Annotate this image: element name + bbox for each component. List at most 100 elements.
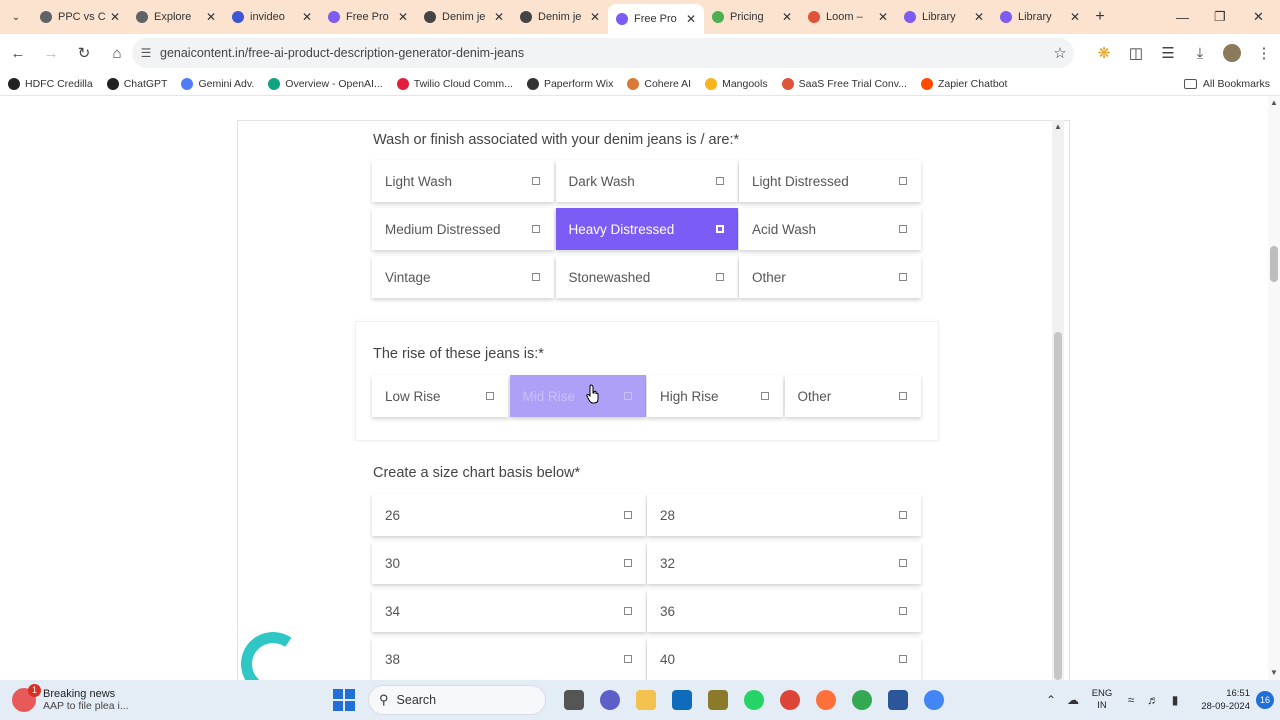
chrome-icon[interactable] <box>772 685 808 715</box>
checkbox-icon[interactable] <box>623 392 632 400</box>
tab-close-icon[interactable]: ✕ <box>878 10 888 24</box>
browser-tab[interactable]: Library ✕ <box>896 0 992 34</box>
file-explorer-icon[interactable] <box>628 685 664 715</box>
firefox-icon[interactable] <box>808 685 844 715</box>
checkbox-icon[interactable] <box>532 177 540 185</box>
extensions-puzzle-icon[interactable]: ◫ <box>1120 38 1152 68</box>
checkbox-icon[interactable] <box>624 511 632 519</box>
browser-tab[interactable]: invideo ✕ <box>224 0 320 34</box>
tab-close-icon[interactable]: ✕ <box>974 10 984 24</box>
news-widget[interactable]: 1 Breaking news AAP to file plea i... <box>12 684 162 716</box>
rise-option[interactable]: High Rise <box>647 375 783 417</box>
word-doc-icon[interactable] <box>880 685 916 715</box>
clock[interactable]: 16:51 28-09-2024 <box>1186 687 1250 713</box>
browser-menu-icon[interactable]: ⋮ <box>1248 38 1280 68</box>
all-bookmarks-button[interactable]: All Bookmarks <box>1183 72 1270 96</box>
checkbox-icon[interactable] <box>715 177 724 185</box>
teams-chat-icon[interactable] <box>592 685 628 715</box>
checkbox-icon[interactable] <box>899 559 907 567</box>
bookmark-item[interactable]: SaaS Free Trial Conv... <box>781 77 907 90</box>
tab-close-icon[interactable]: ✕ <box>782 10 792 24</box>
tab-close-icon[interactable]: ✕ <box>110 10 120 24</box>
extension-badge-icon[interactable]: ❋ <box>1088 38 1120 68</box>
wash-option[interactable]: Light Distressed <box>739 160 921 202</box>
wash-option[interactable]: Stonewashed <box>555 256 738 298</box>
tab-close-icon[interactable]: ✕ <box>206 10 216 24</box>
bookmark-item[interactable]: HDFC Credilla <box>8 77 93 90</box>
onedrive-icon[interactable]: ☁ <box>1062 693 1084 707</box>
scroll-up-arrow-icon[interactable]: ▲ <box>1052 120 1064 134</box>
tray-chevron-icon[interactable]: ⌃ <box>1040 693 1062 707</box>
rise-option[interactable]: Other <box>784 375 921 417</box>
page-scroll-up-icon[interactable]: ▲ <box>1268 96 1280 110</box>
checkbox-icon[interactable] <box>899 511 907 519</box>
tab-close-icon[interactable]: ✕ <box>590 10 600 24</box>
wash-option[interactable]: Heavy Distressed <box>555 208 738 250</box>
browser-tab[interactable]: Free Pro ✕ <box>608 4 704 34</box>
tab-close-icon[interactable]: ✕ <box>494 10 504 24</box>
downloads-icon[interactable]: ⤓ <box>1184 38 1216 68</box>
size-option[interactable]: 36 <box>647 590 921 632</box>
wash-option[interactable]: Light Wash <box>372 160 554 202</box>
checkbox-icon[interactable] <box>715 225 724 233</box>
reload-icon[interactable]: ↻ <box>69 38 99 68</box>
checkbox-icon[interactable] <box>899 225 907 233</box>
taskbar-search[interactable]: ⚲ Search <box>368 685 546 715</box>
checkbox-icon[interactable] <box>899 177 907 185</box>
url-text[interactable]: genaicontent.in/free-ai-product-descript… <box>160 46 1046 60</box>
chrome-profile-icon[interactable] <box>844 685 880 715</box>
browser-tab[interactable]: Denim je ✕ <box>416 0 512 34</box>
bookmark-item[interactable]: ChatGPT <box>106 77 167 90</box>
size-option[interactable]: 34 <box>372 590 646 632</box>
browser-tab[interactable]: Library ✕ <box>992 0 1088 34</box>
bookmark-item[interactable]: Paperform Wix <box>526 77 613 90</box>
browser-tab[interactable]: Pricing ✕ <box>704 0 800 34</box>
wash-option[interactable]: Vintage <box>372 256 554 298</box>
volume-icon[interactable]: ♬ <box>1142 693 1164 707</box>
rise-option[interactable]: Mid Rise <box>509 375 646 417</box>
page-scrollbar[interactable]: ▲ ▼ <box>1268 96 1280 680</box>
tab-close-icon[interactable]: ✕ <box>686 12 696 26</box>
tab-close-icon[interactable]: ✕ <box>398 10 408 24</box>
back-arrow-icon[interactable]: ← <box>3 38 33 68</box>
size-option[interactable]: 38 <box>372 638 646 680</box>
whatsapp-icon[interactable] <box>736 685 772 715</box>
bookmark-star-icon[interactable]: ☆ <box>1046 44 1074 62</box>
media-controls-icon[interactable]: ☰ <box>1152 38 1184 68</box>
browser-tab[interactable]: Free Pro ✕ <box>320 0 416 34</box>
size-option[interactable]: 32 <box>647 542 921 584</box>
bookmark-item[interactable]: Cohere AI <box>627 77 691 90</box>
checkbox-icon[interactable] <box>624 607 632 615</box>
form-scrollbar[interactable]: ▲ <box>1052 120 1064 680</box>
browser-tab[interactable]: Loom – ✕ <box>800 0 896 34</box>
notifications-badge[interactable]: 16 <box>1256 691 1274 709</box>
wifi-icon[interactable]: ≈ <box>1120 693 1142 707</box>
close-window-icon[interactable]: ✕ <box>1253 0 1271 34</box>
new-tab-button[interactable]: + <box>1088 8 1112 26</box>
word-icon[interactable] <box>700 685 736 715</box>
chrome-alt-icon[interactable] <box>916 685 952 715</box>
checkbox-icon[interactable] <box>624 559 632 567</box>
wash-option[interactable]: Other <box>739 256 921 298</box>
wash-option[interactable]: Medium Distressed <box>372 208 554 250</box>
outlook-icon[interactable] <box>664 685 700 715</box>
wash-option[interactable]: Acid Wash <box>739 208 921 250</box>
checkbox-icon[interactable] <box>486 392 494 400</box>
checkbox-icon[interactable] <box>761 392 769 400</box>
browser-tab[interactable]: PPC vs C ✕ <box>32 0 128 34</box>
browser-tab[interactable]: Denim je ✕ <box>512 0 608 34</box>
checkbox-icon[interactable] <box>532 273 540 281</box>
windows-start-icon[interactable] <box>333 689 355 711</box>
taskview-icon[interactable] <box>556 685 592 715</box>
language-indicator[interactable]: ENG IN <box>1084 688 1120 712</box>
checkbox-icon[interactable] <box>715 273 724 281</box>
checkbox-icon[interactable] <box>899 607 907 615</box>
tab-close-icon[interactable]: ✕ <box>1070 10 1080 24</box>
size-option[interactable]: 28 <box>647 494 921 536</box>
tab-close-icon[interactable]: ✕ <box>302 10 312 24</box>
wash-option[interactable]: Dark Wash <box>555 160 738 202</box>
home-icon[interactable]: ⌂ <box>102 38 132 68</box>
checkbox-icon[interactable] <box>898 392 907 400</box>
size-option[interactable]: 26 <box>372 494 646 536</box>
checkbox-icon[interactable] <box>624 655 632 663</box>
